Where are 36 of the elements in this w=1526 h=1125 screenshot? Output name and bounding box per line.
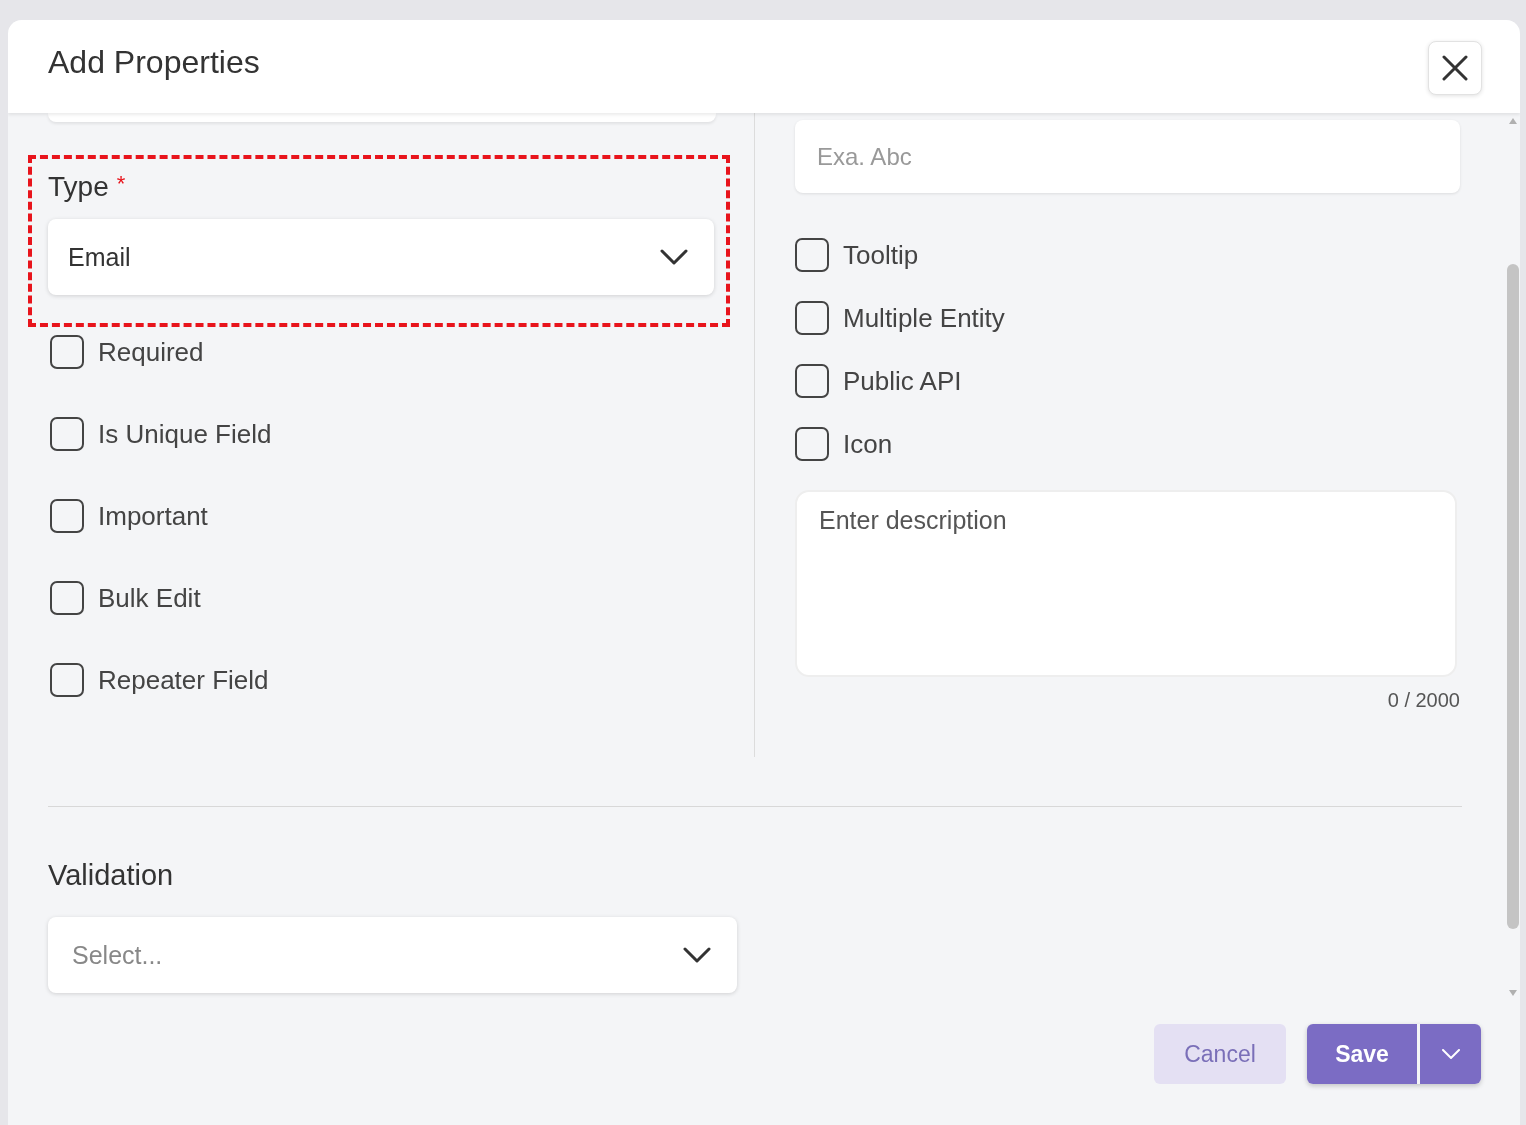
close-icon (1442, 54, 1468, 81)
checkbox-label: Is Unique Field (98, 418, 272, 450)
checkbox-label: Required (98, 336, 204, 368)
checkbox[interactable] (50, 499, 84, 533)
checkbox-label: Multiple Entity (843, 302, 1005, 334)
checkbox[interactable] (795, 364, 829, 398)
type-dropdown[interactable]: Email (48, 219, 714, 295)
checkbox-label: Repeater Field (98, 664, 269, 696)
checkbox[interactable] (795, 427, 829, 461)
checkbox[interactable] (50, 335, 84, 369)
checkbox[interactable] (795, 301, 829, 335)
checkbox[interactable] (50, 417, 84, 451)
checkbox-label: Important (98, 500, 208, 532)
character-counter: 0 / 2000 (1386, 689, 1460, 712)
checkbox[interactable] (50, 581, 84, 615)
checkbox-label: Tooltip (843, 239, 919, 271)
scrollbar-thumb[interactable] (1507, 264, 1519, 929)
checkbox[interactable] (795, 238, 829, 272)
dialog-title: Add Properties (48, 44, 260, 81)
input-field[interactable] (48, 113, 716, 122)
input-field[interactable]: Exa. Abc (795, 120, 1460, 193)
checkbox[interactable] (50, 663, 84, 697)
chevron-down-icon (660, 249, 688, 265)
chevron-down-icon (1441, 1049, 1460, 1059)
required-mark: * (116, 171, 126, 198)
close-button[interactable] (1428, 40, 1482, 95)
field-label: Type (48, 171, 109, 201)
checkbox-label: Public API (843, 365, 962, 397)
chevron-down-icon (683, 947, 711, 963)
description-field[interactable]: Enter description (795, 490, 1457, 677)
save-button[interactable]: Save (1307, 1024, 1417, 1084)
validation-dropdown[interactable]: Select... (48, 917, 737, 993)
cancel-button[interactable]: Cancel (1154, 1024, 1286, 1084)
section-label: Validation (48, 859, 175, 893)
checkbox-label: Icon (843, 428, 893, 460)
checkbox-label: Bulk Edit (98, 582, 201, 614)
